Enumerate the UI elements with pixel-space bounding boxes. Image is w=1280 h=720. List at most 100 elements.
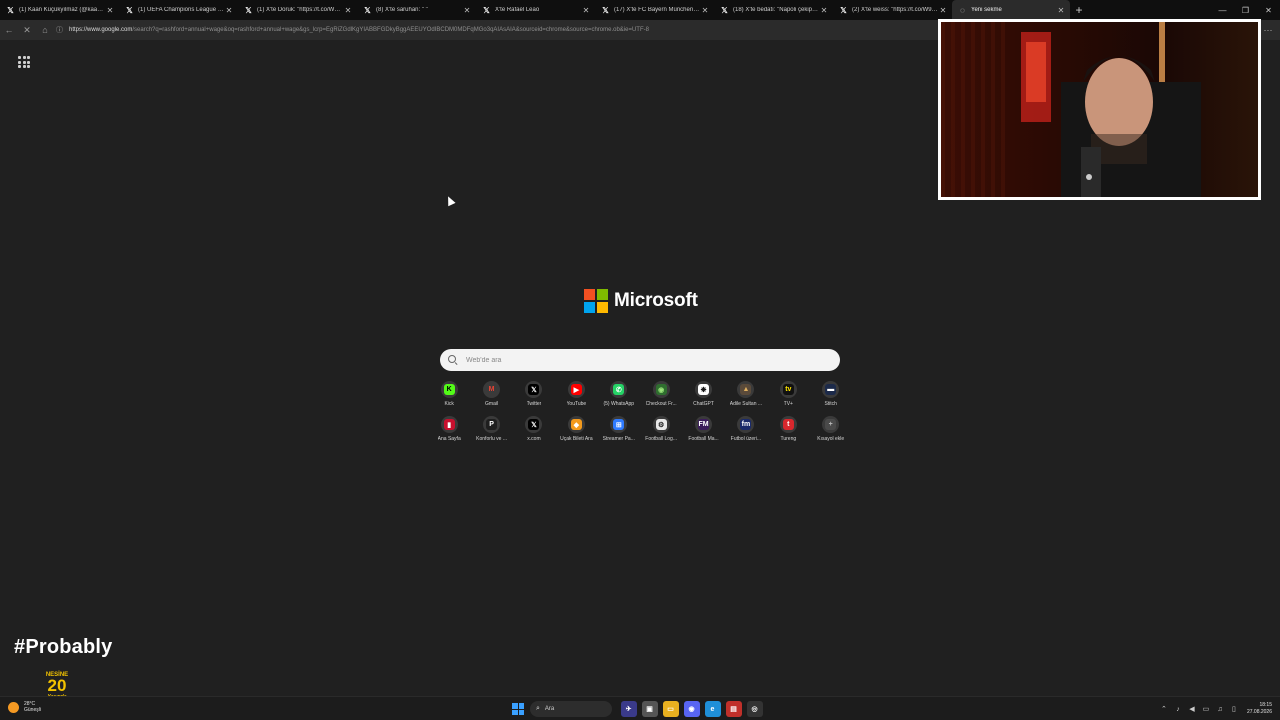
shortcut-label: Football Log...: [645, 436, 677, 442]
microsoft-brand: Microsoft: [584, 289, 698, 313]
recorder-app-icon[interactable]: ▤: [725, 701, 742, 717]
adile-sultan-icon: ▲: [737, 381, 755, 398]
x-icon: 𝕏: [602, 5, 609, 15]
tureng-icon: t: [779, 416, 797, 433]
shortcut-tile[interactable]: 𝕏 Twitter: [513, 381, 555, 410]
toolbar-actions: ⋯: [1260, 20, 1276, 40]
shortcut-label: Gmail: [485, 401, 499, 407]
back-icon[interactable]: ←: [0, 20, 18, 40]
whatsapp-icon: ✆: [610, 381, 628, 398]
edge-icon[interactable]: e: [704, 701, 721, 717]
speaker-icon[interactable]: ♫: [1213, 706, 1227, 713]
file-explorer-icon[interactable]: ▭: [662, 701, 679, 717]
shortcut-tile[interactable]: ◆ Uçak Bileti Ara: [555, 416, 597, 445]
close-tab-icon[interactable]: ✕: [343, 6, 353, 15]
flight-icon: ◆: [567, 416, 585, 433]
shortcut-tile[interactable]: ⚙ Football Log...: [640, 416, 682, 445]
webcam-feed-image: [941, 22, 1258, 197]
tab[interactable]: ◌ Yeni sekme ✕: [952, 0, 1070, 20]
futbol-icon: fm: [737, 416, 755, 433]
microphone-icon[interactable]: ♪: [1171, 706, 1185, 713]
streamer-panel-icon: ⊞: [610, 416, 628, 433]
shortcut-tile[interactable]: ◉ Checkout Fr...: [640, 381, 682, 410]
tab-title: X'te Rafael Leão: [495, 7, 540, 13]
shortcut-tile[interactable]: + Kısayol ekle: [810, 416, 852, 445]
shortcut-grid: K Kick M Gmail 𝕏 Twitter ▶ YouTube ✆ (5) WhatsApp…: [428, 381, 852, 445]
shortcut-tile[interactable]: 𝕏x.com: [513, 416, 555, 445]
shortcut-label: YouTube: [566, 401, 587, 407]
close-tab-icon[interactable]: ✕: [105, 6, 115, 15]
checkout-icon: ◉: [652, 381, 670, 398]
tab[interactable]: 𝕏 (2) X'te weiss: "https://t.co/W9ypI ✕: [833, 0, 952, 20]
search-input[interactable]: [466, 356, 826, 364]
clock[interactable]: 18:15 27.08.2026: [1247, 702, 1272, 716]
shortcut-tile[interactable]: M Gmail: [470, 381, 512, 410]
mouse-cursor-icon: [444, 194, 456, 207]
close-window-icon[interactable]: ✕: [1257, 0, 1280, 20]
x-icon: 𝕏: [126, 5, 133, 15]
network-icon[interactable]: ▭: [1199, 705, 1213, 713]
netflix-icon: ▮: [440, 416, 458, 433]
close-tab-icon[interactable]: ✕: [819, 6, 829, 15]
close-tab-icon[interactable]: ✕: [581, 6, 591, 15]
close-tab-icon[interactable]: ✕: [224, 6, 234, 15]
site-info-icon[interactable]: ⓘ: [56, 25, 63, 35]
address-host: https://www.google.com: [69, 27, 133, 33]
task-view-icon[interactable]: ▣: [641, 701, 658, 717]
close-tab-icon[interactable]: ✕: [700, 6, 710, 15]
weather-widget[interactable]: 28°C Güneşli: [8, 701, 41, 713]
chevron-up-icon[interactable]: ⌃: [1157, 705, 1171, 713]
minimize-icon[interactable]: ―: [1211, 0, 1234, 20]
close-tab-icon[interactable]: ✕: [462, 6, 472, 15]
shortcut-tile[interactable]: fm Futbol üzeri...: [725, 416, 767, 445]
shortcut-tile[interactable]: ✆ (5) WhatsApp: [598, 381, 640, 410]
tab[interactable]: 𝕏 (18) X'te bedatı: "Napoli çekip ind ✕: [714, 0, 833, 20]
close-tab-icon[interactable]: ✕: [1056, 6, 1066, 15]
shortcut-tile[interactable]: FM Football Ma...: [682, 416, 724, 445]
tab[interactable]: 𝕏 (1) UEFA Champions League (@Ch ✕: [119, 0, 238, 20]
shortcut-tile[interactable]: ❋ ChatGPT: [682, 381, 724, 410]
tab[interactable]: 𝕏 (1) X'te Doruk: "https://t.co/W8YA ✕: [238, 0, 357, 20]
close-tab-icon[interactable]: ✕: [938, 6, 948, 15]
chrome-icon[interactable]: ◎: [746, 701, 763, 717]
shortcut-tile[interactable]: K Kick: [428, 381, 470, 410]
microsoft-logo-icon: [584, 289, 608, 313]
menu-icon[interactable]: ⋯: [1260, 20, 1276, 40]
home-icon[interactable]: ⌂: [36, 20, 54, 40]
system-tray: ⌃ ♪ ◀ ▭ ♫ ▯ 18:15 27.08.2026: [1157, 699, 1272, 719]
battery-icon[interactable]: ▯: [1227, 705, 1241, 713]
web-search-box[interactable]: [440, 349, 840, 371]
shortcut-label: Tureng: [780, 436, 797, 442]
shortcut-tile[interactable]: t Tureng: [767, 416, 809, 445]
shortcut-tile[interactable]: tv TV+: [767, 381, 809, 410]
restore-icon[interactable]: ❐: [1234, 0, 1257, 20]
shortcut-tile[interactable]: ▬ Stitch: [810, 381, 852, 410]
taskbar-search[interactable]: ⌕ Ara: [530, 701, 612, 717]
volume-icon[interactable]: ◀: [1185, 705, 1199, 713]
sponsor-number: 20: [47, 676, 67, 695]
shortcut-label: Stitch: [824, 401, 837, 407]
tab[interactable]: 𝕏 (8) X'te saruhan: " " ✕: [357, 0, 476, 20]
chatgpt-icon: ❋: [695, 381, 713, 398]
konforlu-icon: P: [483, 416, 501, 433]
tab[interactable]: 𝕏 (17) X'te FC Bayern München: "Ne ✕: [595, 0, 714, 20]
shortcut-label: ChatGPT: [693, 401, 714, 407]
brand-name: Microsoft: [614, 290, 698, 311]
discord-icon[interactable]: ◉: [683, 701, 700, 717]
tab[interactable]: 𝕏 X'te Rafael Leão ✕: [476, 0, 595, 20]
apps-grid-icon[interactable]: [17, 55, 31, 69]
tab[interactable]: 𝕏 (1) Kaan Küçükyılmaz (@kaanckcky✕: [0, 0, 119, 20]
shortcut-tile[interactable]: ▲ Adile Sultan ...: [725, 381, 767, 410]
search-icon: [448, 354, 459, 366]
shortcut-tile[interactable]: ⊞ Streamer Pa...: [598, 416, 640, 445]
shortcut-tile[interactable]: ▮ Ana Sayfa: [428, 416, 470, 445]
windows-start-icon[interactable]: [512, 703, 524, 715]
youtube-icon: ▶: [567, 381, 585, 398]
widget-app-icon[interactable]: ✈: [620, 701, 637, 717]
tab-title: (18) X'te bedatı: "Napoli çekip ind: [733, 7, 819, 13]
refresh-icon[interactable]: ✕: [18, 20, 36, 40]
shortcut-tile[interactable]: P Konforlu ve ...: [470, 416, 512, 445]
address-bar[interactable]: ⓘ https://www.google.com/search?q=rashfo…: [56, 23, 936, 37]
new-tab-icon[interactable]: +: [1070, 0, 1088, 20]
shortcut-tile[interactable]: ▶ YouTube: [555, 381, 597, 410]
